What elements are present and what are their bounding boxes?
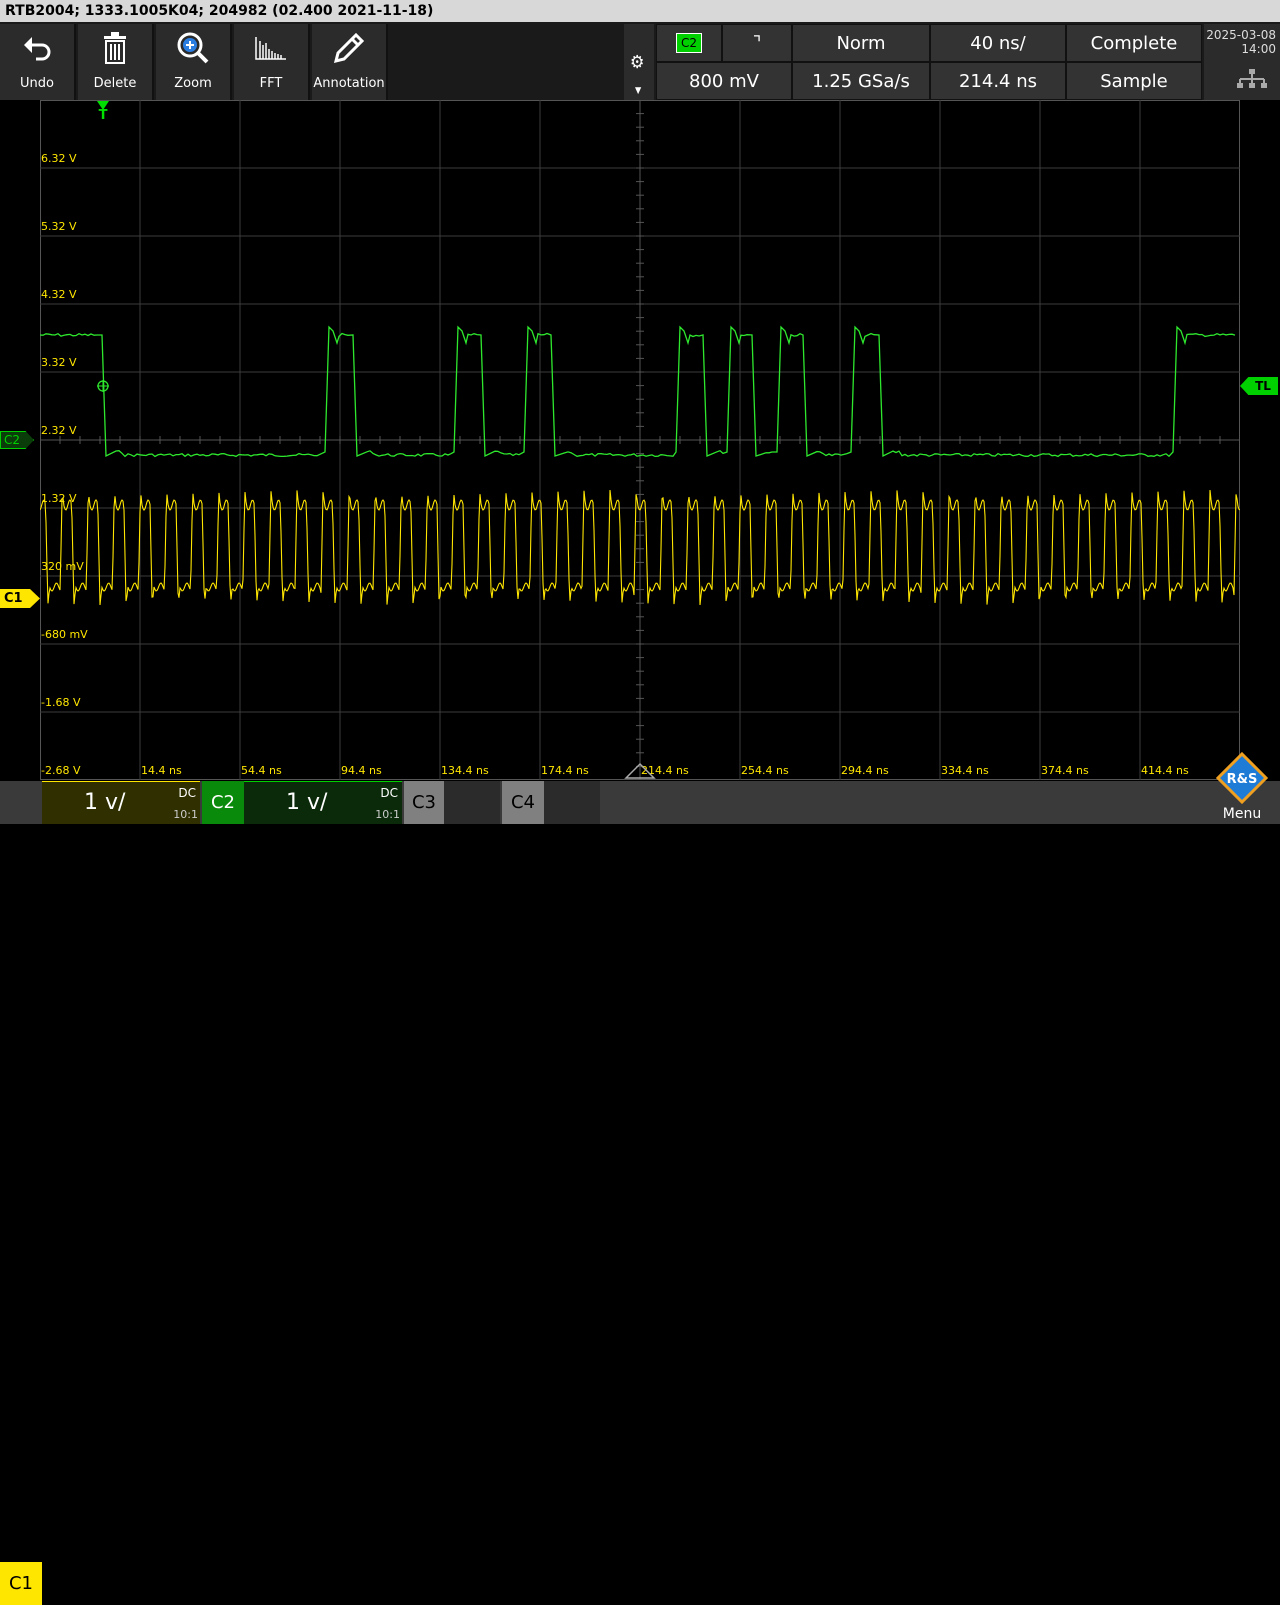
time: 14:00 xyxy=(1241,42,1276,56)
trigger-marker-label: T xyxy=(98,108,108,123)
c1-scale: 1 v/ xyxy=(84,790,126,815)
acq-mode[interactable]: Sample xyxy=(1066,62,1202,100)
x-axis-label: 94.4 ns xyxy=(341,764,382,777)
c2-coupling: DC xyxy=(380,786,398,800)
c4-label: C4 xyxy=(502,781,544,824)
fft-icon xyxy=(234,24,308,72)
zoom-label: Zoom xyxy=(174,76,212,91)
falling-edge-icon: ⌝ xyxy=(752,32,762,54)
x-axis-label: 334.4 ns xyxy=(941,764,989,777)
c4-channel-tab[interactable]: C4 xyxy=(502,781,600,824)
c1-coupling: DC xyxy=(178,786,196,800)
x-axis-label: 134.4 ns xyxy=(441,764,489,777)
c2-offset-label: C2 xyxy=(4,433,21,447)
trash-icon xyxy=(78,24,152,72)
c1-offset-label: C1 xyxy=(4,591,23,606)
y-axis-label: 1.32 V xyxy=(41,492,77,505)
c1-channel-tab[interactable]: C1 1 v/ DC 10:1 xyxy=(0,781,200,1605)
x-axis-label: 374.4 ns xyxy=(1041,764,1089,777)
datetime: 2025-03-08 14:00 xyxy=(1204,24,1280,100)
c1-label: C1 xyxy=(0,1562,42,1605)
date: 2025-03-08 xyxy=(1206,28,1276,42)
settings-button[interactable]: ⚙ ▼ xyxy=(624,24,654,100)
trigger-level-label: TL xyxy=(1255,379,1271,393)
record-length[interactable]: 214.4 ns xyxy=(930,62,1066,100)
x-axis-label: 414.4 ns xyxy=(1141,764,1189,777)
delete-button[interactable]: Delete xyxy=(78,24,154,100)
fft-button[interactable]: FFT xyxy=(234,24,310,100)
c2-channel-tab[interactable]: C2 1 v/ DC 10:1 xyxy=(202,781,402,824)
trigger-position-marker[interactable]: T xyxy=(96,101,110,122)
trigger-level-marker[interactable]: TL xyxy=(1240,377,1278,395)
rs-logo-text: R&S xyxy=(1227,772,1258,787)
zoom-icon xyxy=(156,24,230,72)
undo-label: Undo xyxy=(20,76,54,91)
c3-channel-tab[interactable]: C3 xyxy=(404,781,500,824)
x-axis-label: 174.4 ns xyxy=(541,764,589,777)
trigger-source[interactable]: C2 xyxy=(656,24,722,62)
fft-label: FFT xyxy=(259,76,283,91)
c2-probe: 10:1 xyxy=(375,808,400,821)
waveform-display[interactable] xyxy=(40,100,1240,780)
undo-icon xyxy=(0,24,74,72)
title-bar: RTB2004; 1333.1005K04; 204982 (02.400 20… xyxy=(0,0,1280,22)
c2-offset-marker[interactable]: C2 xyxy=(0,431,34,449)
y-axis-label: 2.32 V xyxy=(41,424,77,437)
c1-probe: 10:1 xyxy=(173,808,198,821)
dropdown-icon: ▼ xyxy=(635,86,642,96)
y-axis-label: 4.32 V xyxy=(41,288,77,301)
y-axis-label: -680 mV xyxy=(41,628,88,641)
zoom-button[interactable]: Zoom xyxy=(156,24,232,100)
trigger-mode[interactable]: Norm xyxy=(792,24,930,62)
y-axis-label: 6.32 V xyxy=(41,152,77,165)
sample-rate[interactable]: 1.25 GSa/s xyxy=(792,62,930,100)
pencil-icon xyxy=(312,24,386,72)
acq-state[interactable]: Complete xyxy=(1066,24,1202,62)
menu-button[interactable]: R&S Menu xyxy=(1204,744,1280,824)
undo-button[interactable]: Undo xyxy=(0,24,76,100)
menu-label: Menu xyxy=(1222,806,1262,822)
c1-offset-marker[interactable]: C1 xyxy=(0,589,40,608)
delete-label: Delete xyxy=(93,76,137,91)
trigger-slope[interactable]: ⌝ xyxy=(722,24,792,62)
c3-label: C3 xyxy=(404,781,444,824)
gear-icon: ⚙ xyxy=(630,52,645,73)
y-axis-label: 5.32 V xyxy=(41,220,77,233)
x-axis-label: 294.4 ns xyxy=(841,764,889,777)
rs-logo-icon: R&S xyxy=(1215,751,1269,805)
y-axis-label: 3.32 V xyxy=(41,356,77,369)
c2-scale: 1 v/ xyxy=(286,790,328,815)
time-div[interactable]: 40 ns/ xyxy=(930,24,1066,62)
x-axis-label: 54.4 ns xyxy=(241,764,282,777)
annotation-button[interactable]: Annotation xyxy=(312,24,388,100)
y-axis-label: -2.68 V xyxy=(41,764,81,777)
y-axis-label: -1.68 V xyxy=(41,696,81,709)
annotation-label: Annotation xyxy=(313,76,385,91)
trigger-source-badge: C2 xyxy=(675,33,702,53)
x-axis-label: 14.4 ns xyxy=(141,764,182,777)
x-axis-label: 254.4 ns xyxy=(741,764,789,777)
trigger-level[interactable]: 800 mV xyxy=(656,62,792,100)
y-axis-label: 320 mV xyxy=(41,560,84,573)
c2-label: C2 xyxy=(202,781,244,824)
network-icon xyxy=(1236,69,1268,92)
